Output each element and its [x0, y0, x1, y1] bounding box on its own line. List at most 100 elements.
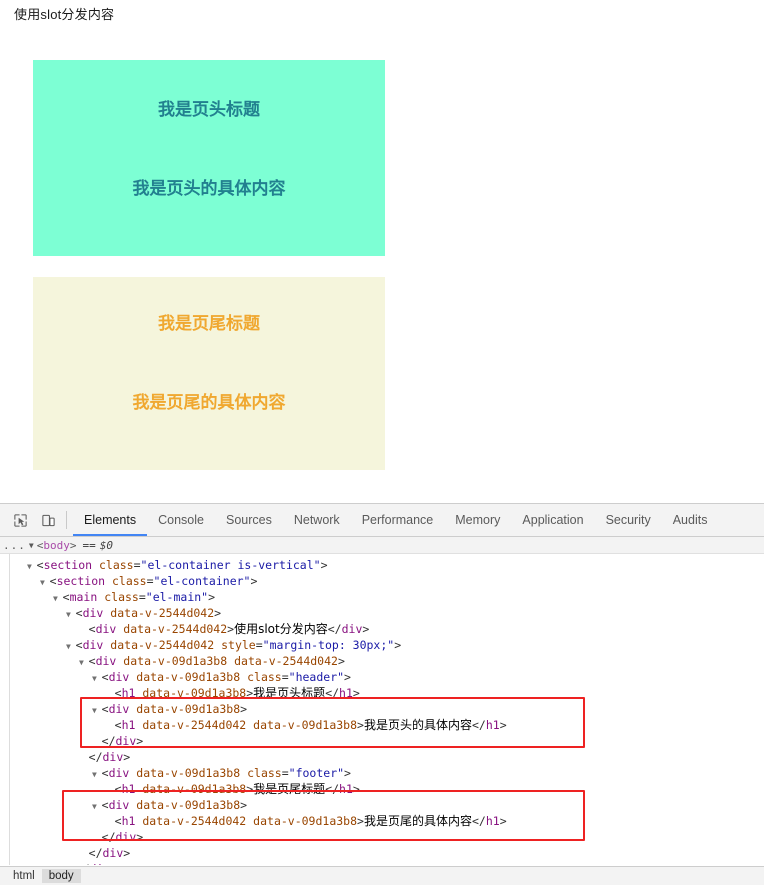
tree-twisty-spacer: [79, 850, 89, 859]
dom-token-punc: >: [499, 814, 507, 828]
tree-twisty-spacer: [79, 754, 89, 763]
dom-tree-line[interactable]: ▼ <div data-v-09d1a3b8>: [0, 797, 764, 813]
dom-token-attr: data-v-2544d042: [234, 654, 338, 668]
device-toolbar-icon[interactable]: [34, 506, 62, 534]
dom-token-punc: =: [138, 590, 146, 604]
tree-twisty-icon[interactable]: ▼: [92, 802, 102, 811]
dom-tree-line[interactable]: ▼ <div data-v-2544d042>: [0, 605, 764, 621]
tab-performance[interactable]: Performance: [351, 505, 445, 536]
dom-token-tag: h1: [121, 814, 136, 828]
breadcrumb-tag-name[interactable]: body: [43, 539, 70, 552]
tree-twisty-icon[interactable]: ▼: [27, 562, 37, 571]
dom-tree-line[interactable]: <div data-v-2544d042>使用slot分发内容</div>: [0, 621, 764, 637]
dom-token-tag: section: [43, 558, 93, 572]
dom-tree-line[interactable]: ▼ <div data-v-09d1a3b8 class="footer">: [0, 765, 764, 781]
tree-twisty-icon[interactable]: ▼: [92, 674, 102, 683]
dom-token-punc: =: [255, 638, 263, 652]
dom-token-punc: </: [88, 846, 103, 860]
dom-token-punc: >: [344, 670, 351, 684]
dom-tree-line[interactable]: <h1 data-v-2544d042 data-v-09d1a3b8>我是页尾…: [0, 813, 764, 829]
tree-twisty-icon[interactable]: ▼: [40, 578, 50, 587]
footer-slot-body: 我是页尾的具体内容: [132, 393, 286, 412]
dom-token-tag: div: [82, 606, 104, 620]
tree-twisty-icon[interactable]: ▼: [66, 610, 76, 619]
tab-security[interactable]: Security: [595, 505, 662, 536]
tab-sources[interactable]: Sources: [215, 505, 283, 536]
dom-token-punc: <: [114, 814, 122, 828]
footer-slot-title: 我是页尾标题: [158, 314, 260, 333]
breadcrumb-selection-ref: $0: [99, 538, 113, 552]
header-slot-box: 我是页头标题 我是页头的具体内容: [33, 60, 385, 256]
dom-token-attr: class: [104, 590, 139, 604]
dom-token-tag: div: [341, 622, 363, 636]
dom-tree-line[interactable]: </div>: [0, 845, 764, 861]
header-slot-title: 我是页头标题: [158, 100, 260, 119]
dom-token-attr: data-v-09d1a3b8: [136, 798, 241, 812]
dom-tree-line[interactable]: </div>: [0, 861, 764, 865]
dom-tree-line[interactable]: <h1 data-v-2544d042 data-v-09d1a3b8>我是页头…: [0, 717, 764, 733]
dom-token-attr: data-v-2544d042: [110, 606, 215, 620]
dom-token-punc: </: [76, 862, 90, 865]
tree-twisty-icon[interactable]: ▼: [53, 594, 63, 603]
dom-token-punc: =: [146, 574, 154, 588]
dom-token-tag: div: [82, 638, 104, 652]
dom-token-punc: </: [325, 686, 340, 700]
dom-token-punc: >: [357, 718, 364, 732]
dom-tree-line[interactable]: ▼ <main class="el-main">: [0, 589, 764, 605]
breadcrumb-equals: ==: [82, 538, 96, 552]
dom-tree-view[interactable]: ▼ <section class="el-container is-vertic…: [0, 554, 764, 865]
dom-token-attr: data-v-2544d042: [142, 718, 247, 732]
dom-token-attr: data-v-09d1a3b8: [142, 686, 247, 700]
dom-token-punc: <: [114, 718, 122, 732]
dom-token-attr: data-v-09d1a3b8: [136, 702, 241, 716]
dom-tree-line[interactable]: ▼ <section class="el-container is-vertic…: [0, 557, 764, 573]
dom-token-tag: section: [56, 574, 106, 588]
dom-tree-line[interactable]: </div>: [0, 749, 764, 765]
dom-tree-line[interactable]: <h1 data-v-09d1a3b8>我是页尾标题</h1>: [0, 781, 764, 797]
tab-network[interactable]: Network: [283, 505, 351, 536]
dom-token-punc: </: [101, 830, 116, 844]
dom-token-punc: <: [36, 558, 44, 572]
breadcrumb-ellipsis[interactable]: ...: [3, 539, 26, 552]
dom-token-attr: class: [111, 574, 147, 588]
breadcrumb-expand-arrow-icon[interactable]: ▼: [29, 541, 34, 550]
tab-console[interactable]: Console: [147, 505, 215, 536]
tab-application[interactable]: Application: [511, 505, 594, 536]
inspect-element-icon[interactable]: [6, 506, 34, 534]
dom-tree-line[interactable]: </div>: [0, 733, 764, 749]
tree-twisty-icon[interactable]: ▼: [92, 770, 102, 779]
dom-token-punc: </: [471, 718, 486, 732]
dom-token-txt: 我是页尾的具体内容: [363, 814, 472, 828]
dom-token-attr: class: [98, 558, 134, 572]
tree-twisty-icon[interactable]: ▼: [79, 658, 89, 667]
tree-twisty-icon[interactable]: ▼: [66, 642, 76, 651]
dom-token-tag: div: [108, 670, 130, 684]
dom-tree-line[interactable]: ▼ <section class="el-container">: [0, 573, 764, 589]
dom-tree-line[interactable]: ▼ <div data-v-09d1a3b8 data-v-2544d042>: [0, 653, 764, 669]
dom-token-val: "el-container is-vertical": [140, 558, 321, 572]
dom-tree-line[interactable]: ▼ <div data-v-09d1a3b8>: [0, 701, 764, 717]
dom-tree-line[interactable]: <h1 data-v-09d1a3b8>我是页头标题</h1>: [0, 685, 764, 701]
dom-token-val: "margin-top: 30px;": [262, 638, 395, 652]
breadcrumb-crumb-html[interactable]: html: [6, 869, 42, 883]
dom-token-tag: div: [108, 798, 130, 812]
dom-tree-line[interactable]: </div>: [0, 829, 764, 845]
tab-elements[interactable]: Elements: [73, 505, 148, 536]
dom-token-attr: data-v-09d1a3b8: [253, 718, 358, 732]
dom-token-punc: >: [136, 830, 144, 844]
tree-twisty-icon[interactable]: ▼: [92, 706, 102, 715]
dom-token-punc: >: [352, 782, 360, 796]
dom-tree-line[interactable]: ▼ <div data-v-09d1a3b8 class="header">: [0, 669, 764, 685]
devtools-selection-breadcrumb: ... ▼ < body > == $0: [0, 537, 764, 554]
breadcrumb-crumb-body[interactable]: body: [41, 869, 81, 883]
dom-token-punc: </: [471, 814, 486, 828]
devtools-panel: Elements Console Sources Network Performance…: [0, 503, 764, 885]
dom-token-punc: <: [101, 766, 109, 780]
dom-token-punc: <: [88, 622, 96, 636]
tab-memory[interactable]: Memory: [444, 505, 511, 536]
dom-tree-line[interactable]: ▼ <div data-v-2544d042 style="margin-top…: [0, 637, 764, 653]
tab-audits[interactable]: Audits: [662, 505, 719, 536]
dom-token-txt: 我是页头标题: [253, 686, 326, 700]
dom-token-attr: class: [247, 670, 282, 684]
dom-token-tag: div: [95, 654, 117, 668]
